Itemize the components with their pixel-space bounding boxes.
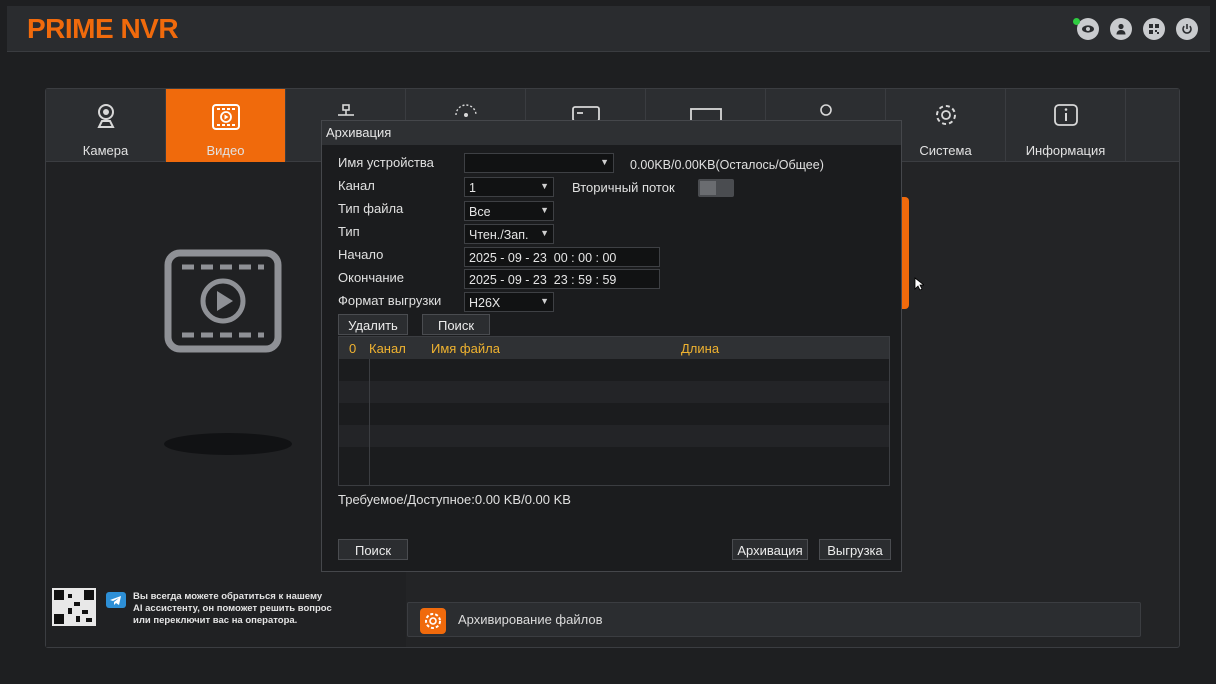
start-date: 2025 - 09 - 23 [469,251,547,265]
table-row[interactable] [339,403,889,425]
nav-label-camera: Камера [82,143,129,158]
capacity-text: 0.00KB/0.00KB(Осталось/Общее) [630,158,824,172]
end-datetime-input[interactable]: 2025 - 09 - 23 23 : 59 : 59 [464,269,660,289]
export-button[interactable]: Выгрузка [819,539,891,560]
delete-button[interactable]: Удалить [338,314,408,335]
start-label: Начало [338,247,384,262]
type-value: Чтен./Зап. [469,228,529,242]
substream-toggle[interactable] [698,179,734,197]
col-channel: Канал [369,341,406,356]
nav-item-system[interactable]: Система [886,89,1006,162]
device-label: Имя устройства [338,155,434,170]
video-icon [211,103,241,136]
nav-item-video[interactable]: Видео [166,89,286,170]
dropdown-arrow-icon: ▼ [540,205,549,215]
top-bar: PRIME NVR [7,6,1210,52]
device-select[interactable]: ▼ [464,153,614,173]
filetype-label: Тип файла [338,201,404,216]
channel-label: Канал [338,178,375,193]
substream-label: Вторичный поток [572,180,675,195]
search-button-bottom[interactable]: Поиск [338,539,408,560]
table-row[interactable] [339,381,889,403]
format-select[interactable]: H26X ▼ [464,292,554,312]
dialog-title: Архивация [322,121,901,145]
required-available-text: Требуемое/Доступное:0.00 KB/0.00 KB [338,492,571,507]
channel-select[interactable]: 1 ▼ [464,177,554,197]
search-button-top[interactable]: Поиск [422,314,490,335]
gear-icon [934,103,958,132]
dropdown-arrow-icon: ▼ [600,157,609,167]
mouse-cursor-icon [914,277,926,296]
nav-item-camera[interactable]: Камера [46,89,166,162]
side-tab-indicator [901,197,909,309]
table-row[interactable] [339,359,889,381]
toggle-knob [700,181,716,195]
brand-logo: PRIME NVR [27,13,179,44]
column-divider [369,359,370,485]
user-icon[interactable] [1110,18,1132,40]
table-header: 0 Канал Имя файла Длина [339,337,889,359]
start-datetime-input[interactable]: 2025 - 09 - 23 00 : 00 : 00 [464,247,660,267]
icon-shadow [164,433,292,455]
end-label: Окончание [338,270,405,285]
gear-icon [420,608,446,634]
col-filename: Имя файла [431,341,500,356]
dropdown-arrow-icon: ▼ [540,296,549,306]
format-label: Формат выгрузки [338,293,442,308]
channel-value: 1 [469,181,476,195]
status-bar: Архивирование файлов [407,602,1141,637]
table-row[interactable] [339,425,889,447]
file-table: 0 Канал Имя файла Длина [338,336,890,486]
status-text: Архивирование файлов [458,612,603,627]
camera-icon [95,103,117,134]
filetype-value: Все [469,205,491,219]
online-indicator [1073,18,1080,25]
end-time: 23 : 59 : 59 [553,273,617,287]
nav-label-video: Видео [206,143,245,158]
start-time: 00 : 00 : 00 [553,251,617,265]
power-icon[interactable] [1176,18,1198,40]
qr-code [52,588,96,626]
format-value: H26X [469,296,501,310]
support-line-1: Вы всегда можете обратиться к нашему [133,591,323,602]
nav-item-info[interactable]: Информация [1006,89,1126,162]
support-line-3: или переключит вас на оператора. [133,615,298,626]
qr-icon[interactable] [1143,18,1165,40]
nav-label-info: Информация [1025,143,1106,158]
archive-dialog: Архивация Имя устройства ▼ 0.00KB/0.00KB… [321,120,902,572]
dropdown-arrow-icon: ▼ [540,228,549,238]
info-icon [1053,103,1079,132]
end-date: 2025 - 09 - 23 [469,273,547,287]
col-length: Длина [681,341,720,356]
video-icon [164,249,282,358]
dropdown-arrow-icon: ▼ [540,181,549,191]
support-line-2: AI ассистенту, он поможет решить вопрос [133,603,332,614]
telegram-icon[interactable] [106,592,126,608]
eye-icon[interactable] [1077,18,1099,40]
filetype-select[interactable]: Все ▼ [464,201,554,221]
archive-button[interactable]: Архивация [732,539,808,560]
support-text: Вы всегда можете обратиться к нашему AI … [133,591,373,627]
nav-label-system: Система [919,143,972,158]
table-row[interactable] [339,447,889,469]
col-count: 0 [349,341,357,356]
type-select[interactable]: Чтен./Зап. ▼ [464,224,554,244]
type-label: Тип [338,224,360,239]
